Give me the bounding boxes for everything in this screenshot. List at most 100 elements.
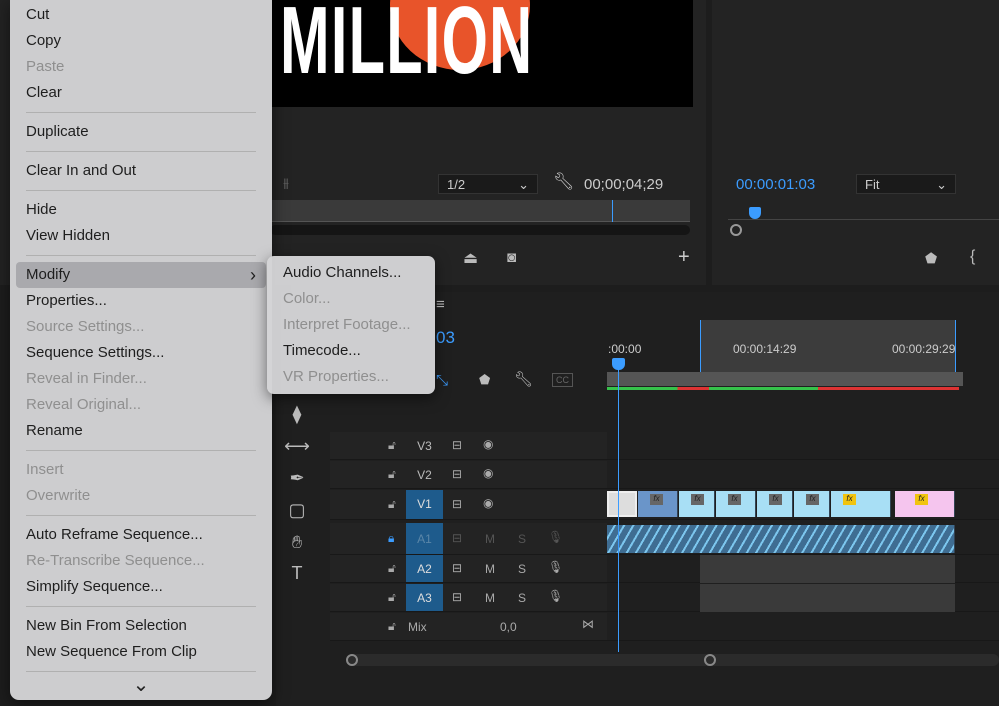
- video-clip[interactable]: [607, 491, 637, 517]
- bowtie-icon[interactable]: ⋈: [582, 617, 594, 631]
- scroll-handle-right[interactable]: [704, 654, 716, 666]
- lock-icon[interactable]: 🔓︎: [388, 467, 396, 482]
- menu-item-rename[interactable]: Rename: [10, 418, 266, 444]
- menu-divider: [26, 606, 256, 607]
- menu-item-clear-in-and-out[interactable]: Clear In and Out: [10, 158, 266, 184]
- work-area-bar[interactable]: [607, 372, 963, 386]
- menu-item-simplify-sequence[interactable]: Simplify Sequence...: [10, 574, 266, 600]
- type-tool-icon[interactable]: T: [284, 563, 310, 589]
- source-scrollbar[interactable]: [270, 225, 690, 235]
- lock-icon[interactable]: 🔓︎: [388, 497, 396, 512]
- mic-icon[interactable]: 🎙︎: [548, 560, 563, 574]
- menu-item-insert: Insert: [26, 461, 64, 478]
- playhead-line[interactable]: [618, 360, 619, 652]
- menu-item-view-hidden[interactable]: View Hidden: [10, 223, 266, 249]
- video-frame: MILLION: [270, 0, 693, 107]
- sync-icon[interactable]: ⊟: [452, 438, 462, 452]
- scroll-handle-left[interactable]: [346, 654, 358, 666]
- menu-divider: [26, 671, 256, 672]
- video-clip[interactable]: fx: [831, 491, 891, 517]
- pen-tool-icon[interactable]: ✒︎: [284, 468, 310, 494]
- mute-button[interactable]: M: [485, 591, 495, 605]
- solo-button[interactable]: S: [518, 591, 526, 605]
- video-clip[interactable]: fx: [638, 491, 678, 517]
- lock-icon[interactable]: 🔓︎: [388, 590, 396, 605]
- eye-icon[interactable]: ◉: [483, 466, 493, 480]
- modify-submenu: Audio Channels... Color... Interpret Foota…: [267, 256, 435, 394]
- menu-item-new-sequence-from-clip[interactable]: New Sequence From Clip: [10, 639, 266, 665]
- chevron-down-icon[interactable]: ⌄: [10, 675, 272, 695]
- linked-selection-icon[interactable]: ⤡: [436, 372, 448, 389]
- submenu-item-audio-channels[interactable]: Audio Channels...: [267, 260, 429, 286]
- menu-divider: [26, 112, 256, 113]
- hand-tool-icon[interactable]: ✋︎: [284, 532, 310, 558]
- resolution-dropdown[interactable]: 1/2 ⌄: [438, 174, 538, 194]
- export-frame-icon[interactable]: ⏏︎: [463, 248, 478, 268]
- video-clip[interactable]: fx: [757, 491, 793, 517]
- program-ruler[interactable]: [728, 200, 999, 220]
- razor-tool-icon[interactable]: ⧫: [284, 404, 310, 430]
- panel-menu-icon[interactable]: ≡: [436, 296, 445, 313]
- audio-waveform-icon[interactable]: ⫵: [283, 175, 289, 191]
- marker-icon[interactable]: ⬟: [925, 250, 937, 267]
- menu-item-auto-reframe-sequence[interactable]: Auto Reframe Sequence...: [10, 522, 266, 548]
- mic-icon[interactable]: 🎙︎: [548, 589, 563, 603]
- ruler-label: :00:00: [608, 342, 642, 356]
- playhead[interactable]: [612, 358, 625, 370]
- wrench-icon[interactable]: 🔧︎: [553, 172, 575, 192]
- add-button[interactable]: +: [678, 246, 690, 269]
- submenu-item-timecode[interactable]: Timecode...: [267, 338, 429, 364]
- video-clip[interactable]: fx: [679, 491, 715, 517]
- lock-icon[interactable]: 🔒︎: [388, 531, 394, 546]
- camera-icon[interactable]: ◙: [507, 249, 516, 266]
- playhead[interactable]: [612, 200, 613, 222]
- menu-item-cut[interactable]: Cut: [10, 2, 266, 28]
- menu-item-hide[interactable]: Hide: [10, 197, 266, 223]
- menu-item-properties[interactable]: Properties...: [10, 288, 266, 314]
- video-clip[interactable]: fx: [895, 491, 955, 517]
- menu-item-new-bin-from-selection[interactable]: New Bin From Selection: [10, 613, 266, 639]
- menu-item-reveal-in-finder: Reveal in Finder...: [26, 370, 147, 387]
- mix-volume[interactable]: 0,0: [500, 620, 517, 634]
- eye-icon[interactable]: ◉: [483, 437, 493, 451]
- sync-icon[interactable]: ⊟: [452, 531, 462, 545]
- captions-icon[interactable]: CC: [552, 373, 573, 387]
- menu-item-duplicate[interactable]: Duplicate: [10, 119, 266, 145]
- menu-item-source-settings: Source Settings...: [26, 318, 145, 335]
- menu-item-modify[interactable]: Modify ›: [16, 262, 266, 288]
- playhead[interactable]: [749, 207, 761, 219]
- sync-icon[interactable]: ⊟: [452, 497, 462, 511]
- source-timecode: 00;00;04;29: [584, 176, 664, 193]
- menu-item-sequence-settings[interactable]: Sequence Settings...: [10, 340, 266, 366]
- lock-icon[interactable]: 🔓︎: [388, 438, 396, 453]
- menu-item-copy[interactable]: Copy: [10, 28, 266, 54]
- mic-icon[interactable]: 🎙︎: [548, 530, 563, 544]
- sync-icon[interactable]: ⊟: [452, 561, 462, 575]
- track-mix: 🔓︎ Mix 0,0 ⋈: [330, 613, 999, 641]
- sync-icon[interactable]: ⊟: [452, 467, 462, 481]
- menu-item-clear[interactable]: Clear: [10, 80, 266, 106]
- submenu-item-interpret-footage: Interpret Footage...: [283, 316, 411, 333]
- zoom-handle[interactable]: [730, 224, 742, 236]
- menu-divider: [26, 255, 256, 256]
- slip-tool-icon[interactable]: ⟷: [284, 436, 310, 462]
- rectangle-tool-icon[interactable]: ▢: [284, 500, 310, 526]
- solo-button[interactable]: S: [518, 532, 526, 546]
- video-clip[interactable]: fx: [716, 491, 756, 517]
- solo-button[interactable]: S: [518, 562, 526, 576]
- menu-divider: [26, 450, 256, 451]
- zoom-dropdown[interactable]: Fit ⌄: [856, 174, 956, 194]
- sync-icon[interactable]: ⊟: [452, 590, 462, 604]
- mark-in-icon[interactable]: {: [970, 248, 975, 266]
- mute-button[interactable]: M: [485, 532, 495, 546]
- audio-clip[interactable]: [607, 525, 955, 553]
- lock-icon[interactable]: 🔓︎: [388, 619, 396, 634]
- eye-icon[interactable]: ◉: [483, 496, 493, 510]
- add-marker-icon[interactable]: ⬟: [479, 372, 490, 388]
- lock-icon[interactable]: 🔓︎: [388, 561, 396, 576]
- timeline-settings-icon[interactable]: 🔧︎: [514, 370, 533, 388]
- video-clip[interactable]: fx: [794, 491, 830, 517]
- source-ruler[interactable]: [270, 200, 690, 222]
- mute-button[interactable]: M: [485, 562, 495, 576]
- h-scrollbar[interactable]: [346, 654, 999, 666]
